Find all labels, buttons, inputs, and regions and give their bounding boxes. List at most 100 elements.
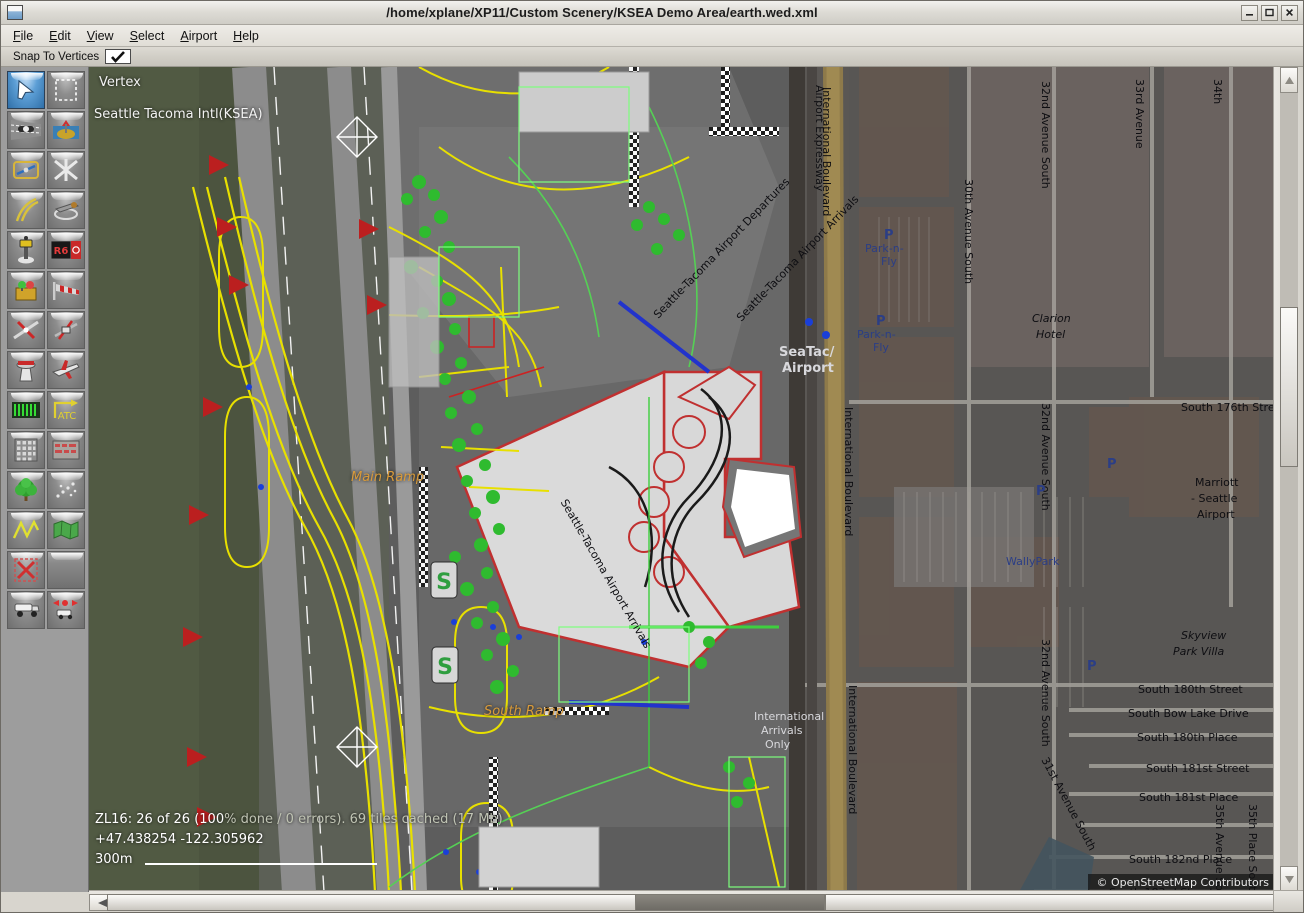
facade-tool[interactable] xyxy=(7,431,45,469)
status-coordinates: +47.438254 -122.305962 xyxy=(95,832,264,847)
svg-text:ATC: ATC xyxy=(58,411,77,422)
hscroll-thumb-right[interactable] xyxy=(825,894,1275,911)
app-icon xyxy=(7,5,23,20)
object-scatter-tool[interactable] xyxy=(47,471,85,509)
sealane-icon xyxy=(8,152,44,188)
sealane-tool[interactable] xyxy=(7,151,45,189)
helipad-tool[interactable] xyxy=(47,111,85,149)
beacon-tool[interactable] xyxy=(7,271,45,309)
menu-mnemonic: A xyxy=(180,28,189,43)
airplane-tool[interactable] xyxy=(47,351,85,389)
ramp-start-icon xyxy=(48,192,84,228)
vscroll-thumb[interactable] xyxy=(1280,307,1298,467)
wed-main-window: /home/xplane/XP11/Custom Scenery/KSEA De… xyxy=(0,0,1304,913)
marquee-select-tool[interactable] xyxy=(47,71,85,109)
title-bar: /home/xplane/XP11/Custom Scenery/KSEA De… xyxy=(1,1,1303,25)
map-graphics: S S xyxy=(89,67,1275,892)
beacon-icon xyxy=(8,272,44,308)
menu-mnemonic: S xyxy=(129,28,138,43)
tool-palette: R6 ATC xyxy=(1,67,89,892)
marquee-select-icon xyxy=(48,72,84,108)
vertical-scrollbar[interactable] xyxy=(1273,67,1303,892)
maximize-button[interactable] xyxy=(1261,4,1278,21)
vscroll-track[interactable] xyxy=(1280,67,1298,892)
airport-sign-tool[interactable]: R6 xyxy=(47,231,85,269)
airplane-icon xyxy=(48,352,84,388)
exclusion-zone-icon xyxy=(8,552,44,588)
truck-destination-icon xyxy=(48,592,84,628)
light-fixture-tool[interactable] xyxy=(7,231,45,269)
windsock-tool[interactable] xyxy=(47,271,85,309)
menu-mnemonic: H xyxy=(233,28,243,43)
snap-to-vertices-label: Snap To Vertices xyxy=(13,50,100,63)
menu-view[interactable]: View xyxy=(82,27,125,45)
scroll-down-arrow[interactable] xyxy=(1280,866,1298,892)
menu-bar: File Edit View Select Airport Help xyxy=(1,25,1303,47)
svg-text:R6: R6 xyxy=(54,246,69,257)
exclusion-zone-tool[interactable] xyxy=(7,551,45,589)
taxiline-tool[interactable] xyxy=(7,191,45,229)
map-status-overlay: ZL16: 26 of 26 (100% done / 0 errors). 6… xyxy=(95,810,503,870)
helipad-icon xyxy=(48,112,84,148)
status-zoom-dim: % done / 0 errors). 69 tiles cached (17 … xyxy=(224,812,503,827)
truck-route-tool[interactable] xyxy=(47,311,85,349)
autogen-block-icon xyxy=(48,432,84,468)
runway-icon xyxy=(8,112,44,148)
polyline-icon xyxy=(8,512,44,548)
runway-lights-tool[interactable] xyxy=(7,391,45,429)
polyline-tool[interactable] xyxy=(7,511,45,549)
facade-icon xyxy=(8,432,44,468)
menu-label-rest: irport xyxy=(188,28,218,43)
taxiline-icon xyxy=(8,192,44,228)
atc-flow-icon: ATC xyxy=(48,392,84,428)
airport-sign-icon: R6 xyxy=(48,232,84,268)
tower-viewpoint-icon xyxy=(8,352,44,388)
draped-polygon-icon xyxy=(48,512,84,548)
taxiway-crossing-tool[interactable] xyxy=(47,151,85,189)
menu-label-rest: ile xyxy=(20,28,34,43)
arrow-select-tool[interactable] xyxy=(7,71,45,109)
hscroll-thumb[interactable] xyxy=(635,894,825,911)
scrollbar-corner xyxy=(1273,890,1303,912)
truck-destination-tool[interactable] xyxy=(47,591,85,629)
ramp-start-tool[interactable] xyxy=(47,191,85,229)
map-label-vertex: Vertex xyxy=(99,75,141,90)
forest-tool[interactable] xyxy=(7,471,45,509)
autogen-block-tool[interactable] xyxy=(47,431,85,469)
object-scatter-icon xyxy=(48,472,84,508)
close-button[interactable] xyxy=(1281,4,1298,21)
menu-help[interactable]: Help xyxy=(228,27,270,45)
tool-palette-grid: R6 ATC xyxy=(7,71,87,629)
blank-tool[interactable] xyxy=(47,551,85,589)
taxi-route-icon xyxy=(8,312,44,348)
menu-mnemonic: F xyxy=(13,28,21,43)
map-canvas[interactable]: S S Vertex Seattle Tacoma Intl(KSEA) Sea… xyxy=(89,67,1275,892)
menu-mnemonic: E xyxy=(49,28,58,43)
runway-lights-icon xyxy=(8,392,44,428)
menu-file[interactable]: File xyxy=(8,27,44,45)
status-zoom-line: ZL16: 26 of 26 (100% done / 0 errors). 6… xyxy=(95,810,503,830)
snap-to-vertices-checkbox[interactable] xyxy=(105,49,132,64)
draped-polygon-tool[interactable] xyxy=(47,511,85,549)
menu-edit[interactable]: Edit xyxy=(44,27,82,45)
arrow-select-icon xyxy=(8,72,44,108)
runway-tool[interactable] xyxy=(7,111,45,149)
horizontal-scrollbar[interactable] xyxy=(89,890,1275,912)
tower-viewpoint-tool[interactable] xyxy=(7,351,45,389)
menu-airport[interactable]: Airport xyxy=(175,27,228,45)
light-fixture-icon xyxy=(8,232,44,268)
map-label-airport-name: Seattle Tacoma Intl(KSEA) xyxy=(94,107,263,122)
forest-icon xyxy=(8,472,44,508)
taxi-route-tool[interactable] xyxy=(7,311,45,349)
menu-mnemonic: V xyxy=(86,28,95,43)
map-scale-bar xyxy=(145,863,377,865)
menu-label-rest: elp xyxy=(242,28,259,43)
atc-flow-tool[interactable]: ATC xyxy=(47,391,85,429)
truck-parking-tool[interactable] xyxy=(7,591,45,629)
menu-select[interactable]: Select xyxy=(125,27,176,45)
scroll-up-arrow[interactable] xyxy=(1280,67,1298,93)
menu-label-rest: dit xyxy=(57,28,71,43)
menu-label-rest: iew xyxy=(94,28,114,43)
windsock-icon xyxy=(48,272,84,308)
minimize-button[interactable] xyxy=(1241,4,1258,21)
